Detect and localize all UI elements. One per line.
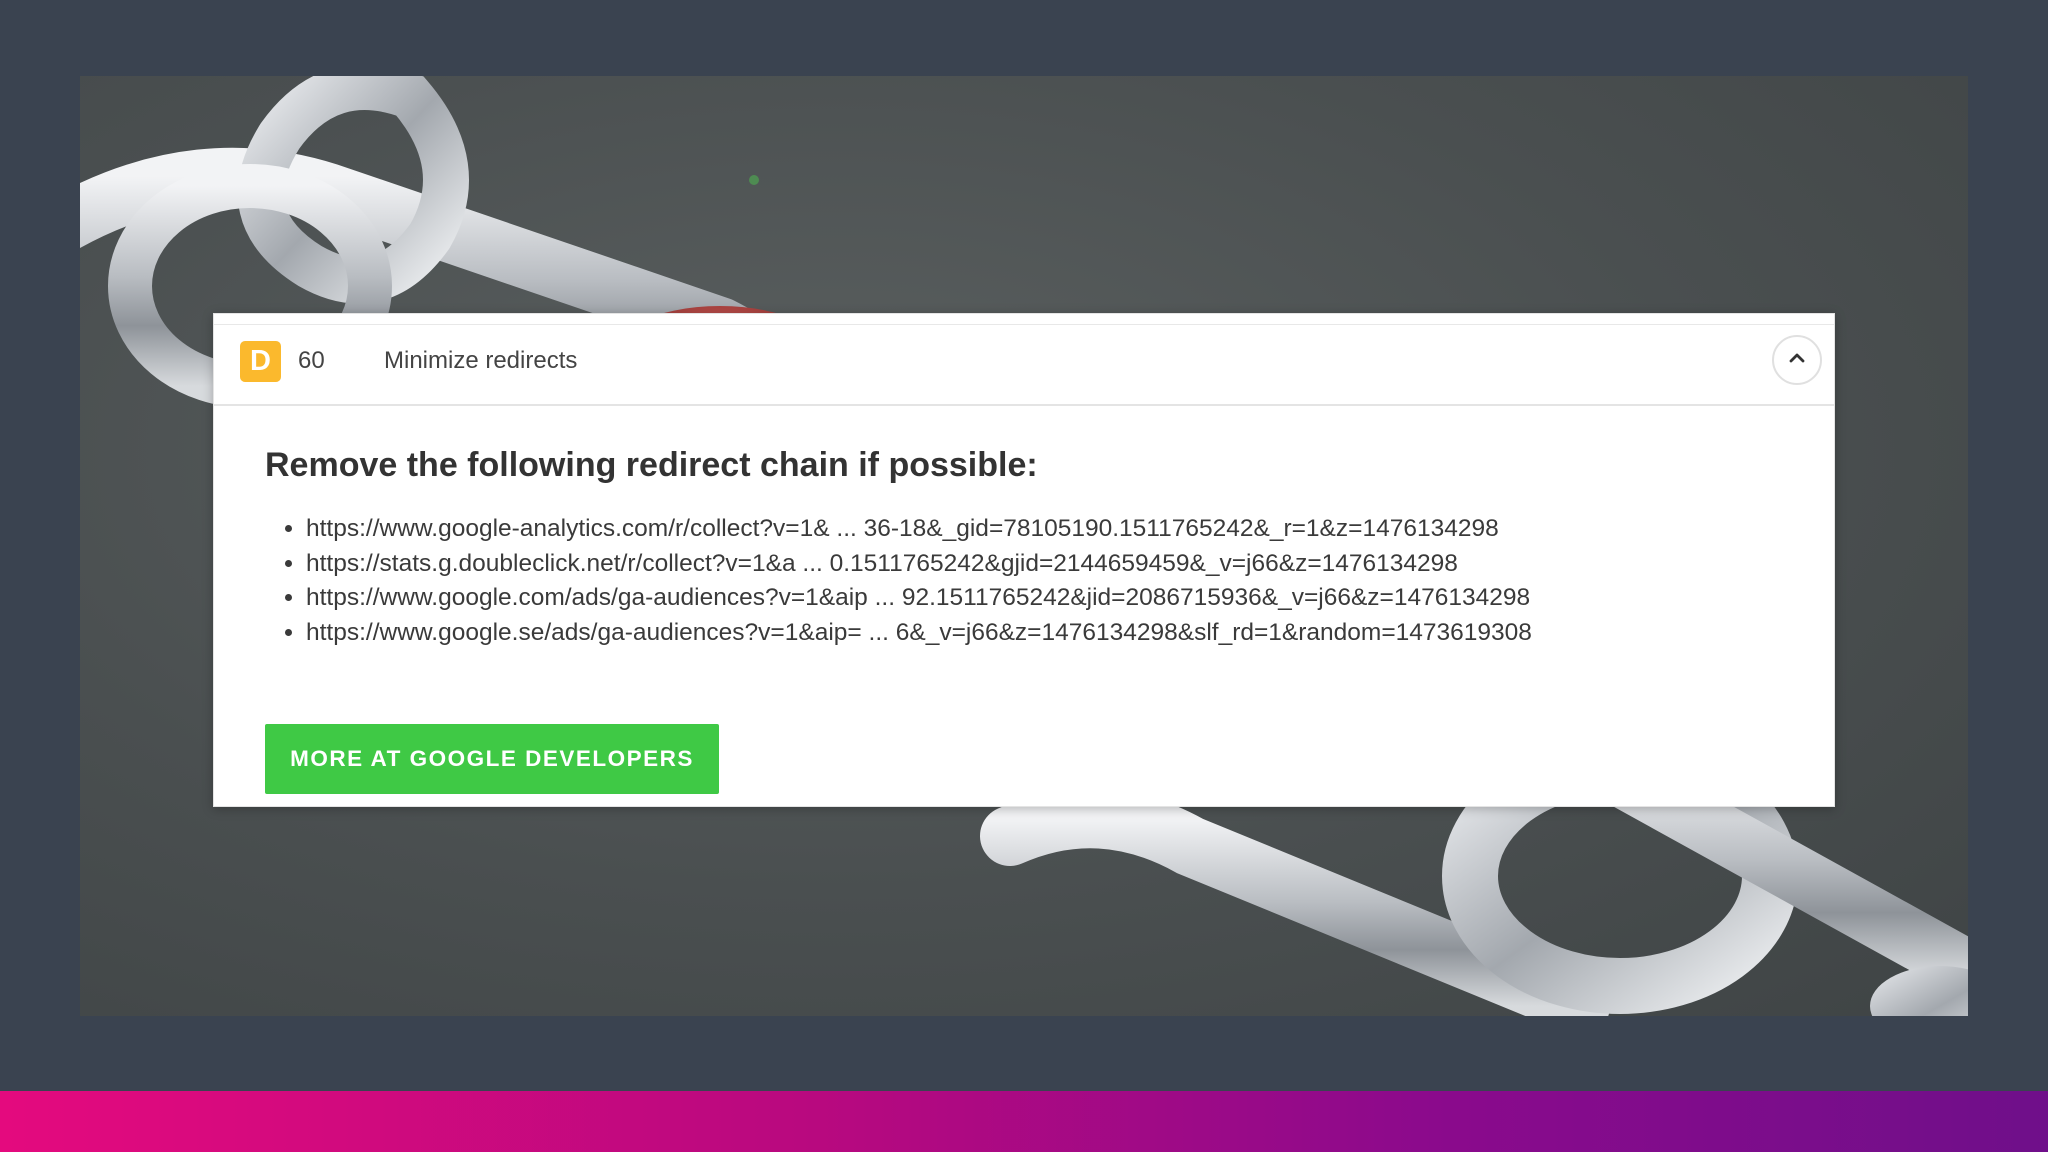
redirect-url-item: https://www.google.com/ads/ga-audiences?… <box>306 581 1794 616</box>
collapse-button[interactable] <box>1772 335 1822 385</box>
audit-panel: D 60 Minimize redirects Remove the follo… <box>213 313 1835 807</box>
rule-title: Minimize redirects <box>384 347 578 374</box>
redirect-url-item: https://stats.g.doubleclick.net/r/collec… <box>306 547 1794 582</box>
slide: D 60 Minimize redirects Remove the follo… <box>0 0 2048 1152</box>
score-value: 60 <box>298 347 325 374</box>
brand-gradient-bar <box>0 1091 2048 1152</box>
panel-body: Remove the following redirect chain if p… <box>265 444 1794 794</box>
redirect-url-list: https://www.google-analytics.com/r/colle… <box>265 512 1794 650</box>
recommendation-heading: Remove the following redirect chain if p… <box>265 446 1038 484</box>
chevron-up-icon <box>1787 351 1807 370</box>
redirect-url-item: https://www.google.se/ads/ga-audiences?v… <box>306 616 1794 651</box>
redirect-url-item: https://www.google-analytics.com/r/colle… <box>306 512 1794 547</box>
more-at-google-developers-button[interactable]: MORE AT GOOGLE DEVELOPERS <box>265 724 719 794</box>
panel-header[interactable]: D 60 Minimize redirects <box>214 324 1834 406</box>
grade-badge: D <box>240 341 281 382</box>
